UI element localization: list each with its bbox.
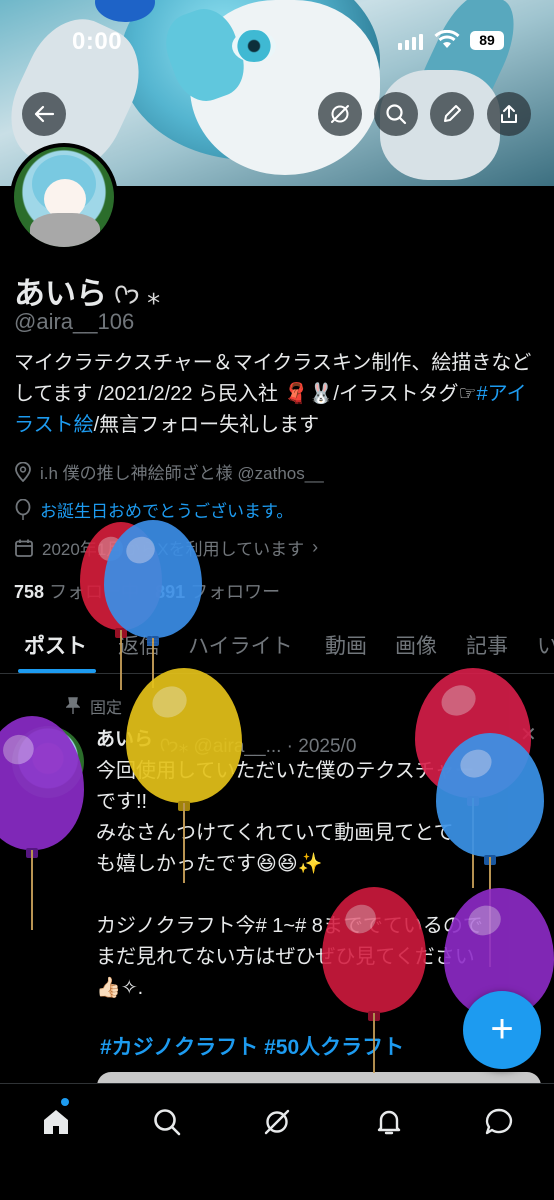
nav-notifications[interactable] xyxy=(369,1102,409,1142)
chevron-right-icon: › xyxy=(312,537,319,557)
tab-posts[interactable]: ポスト xyxy=(24,630,87,660)
profile-tabs: ポスト 返信 ハイライト 動画 画像 記事 いいね xyxy=(0,620,554,674)
birthday-row: お誕生日おめでとうございます。 xyxy=(14,497,293,522)
search-icon xyxy=(154,1109,181,1136)
battery-indicator: 89 xyxy=(470,31,504,50)
balloon-red-bottom xyxy=(322,887,426,1073)
location-text: i.h 僕の推し神絵師ざと様 @zathos__ xyxy=(40,464,324,483)
active-tab-indicator xyxy=(18,669,96,673)
birthday-text[interactable]: お誕生日おめでとうございます。 xyxy=(40,497,293,522)
edit-button[interactable] xyxy=(430,92,474,136)
tab-images[interactable]: 画像 xyxy=(395,630,437,660)
display-name-row: あいら ᢉ𐭩 ⁎ xyxy=(14,266,160,314)
bottom-navigation xyxy=(0,1083,554,1200)
location-pin-icon xyxy=(15,461,31,482)
grok-icon xyxy=(264,1109,290,1135)
avatar-body xyxy=(30,213,100,247)
bell-icon xyxy=(377,1110,401,1135)
balloon-blue-right xyxy=(436,733,544,967)
compose-post-button[interactable]: + xyxy=(463,991,541,1069)
share-button[interactable] xyxy=(487,92,531,136)
following-count: 758 xyxy=(14,582,45,602)
nav-search[interactable] xyxy=(147,1102,187,1142)
tab-likes[interactable]: いいね xyxy=(537,630,554,660)
location-row: i.h 僕の推し神絵師ざと様 @zathos__ xyxy=(14,459,324,484)
pinned-label: 固定 xyxy=(90,700,123,717)
message-icon xyxy=(485,1108,513,1135)
home-notification-dot xyxy=(61,1098,69,1106)
display-name-emoji: ᢉ𐭩 ⁎ xyxy=(113,280,161,310)
calendar-icon xyxy=(15,539,33,557)
tab-videos[interactable]: 動画 xyxy=(325,630,367,660)
profile-avatar[interactable] xyxy=(10,143,118,251)
nav-home[interactable] xyxy=(36,1102,76,1142)
profile-bio: マイクラテクスチャー＆マイクラスキン制作、絵描きなどしてます /2021/2/2… xyxy=(14,348,534,441)
followers-label: フォロワー xyxy=(190,582,281,602)
nav-grok[interactable] xyxy=(257,1102,297,1142)
pencil-icon xyxy=(444,105,461,122)
search-button[interactable] xyxy=(374,92,418,136)
balloon-yellow xyxy=(126,668,242,883)
pin-icon xyxy=(66,697,80,714)
user-handle: @aira__106 xyxy=(14,309,135,334)
home-icon xyxy=(44,1110,68,1134)
nav-messages[interactable] xyxy=(479,1102,519,1142)
balloon-blue xyxy=(104,520,202,688)
back-button[interactable] xyxy=(22,92,66,136)
status-time: 0:00 xyxy=(72,28,123,55)
arrow-left-icon xyxy=(34,105,55,123)
tab-highlights[interactable]: ハイライト xyxy=(188,630,293,660)
display-name: あいら xyxy=(14,275,107,311)
cellular-signal-icon xyxy=(398,34,423,50)
pinned-label-row: 固定 xyxy=(66,694,122,718)
post-hashtags[interactable]: #カジノクラフト #50人クラフト xyxy=(100,1031,404,1061)
balloon-icon xyxy=(15,498,31,520)
search-icon xyxy=(386,104,407,125)
bio-text-end: /無言フォロー失礼します xyxy=(93,414,320,436)
tab-articles[interactable]: 記事 xyxy=(466,630,508,660)
status-bar: 0:00 89 xyxy=(0,0,554,80)
circle-slash-icon xyxy=(331,105,349,123)
share-icon xyxy=(501,105,517,123)
wifi-icon xyxy=(434,30,460,48)
grok-button[interactable] xyxy=(318,92,362,136)
bio-text: マイクラテクスチャー＆マイクラスキン制作、絵描きなどしてます /2021/2/2… xyxy=(14,352,532,405)
